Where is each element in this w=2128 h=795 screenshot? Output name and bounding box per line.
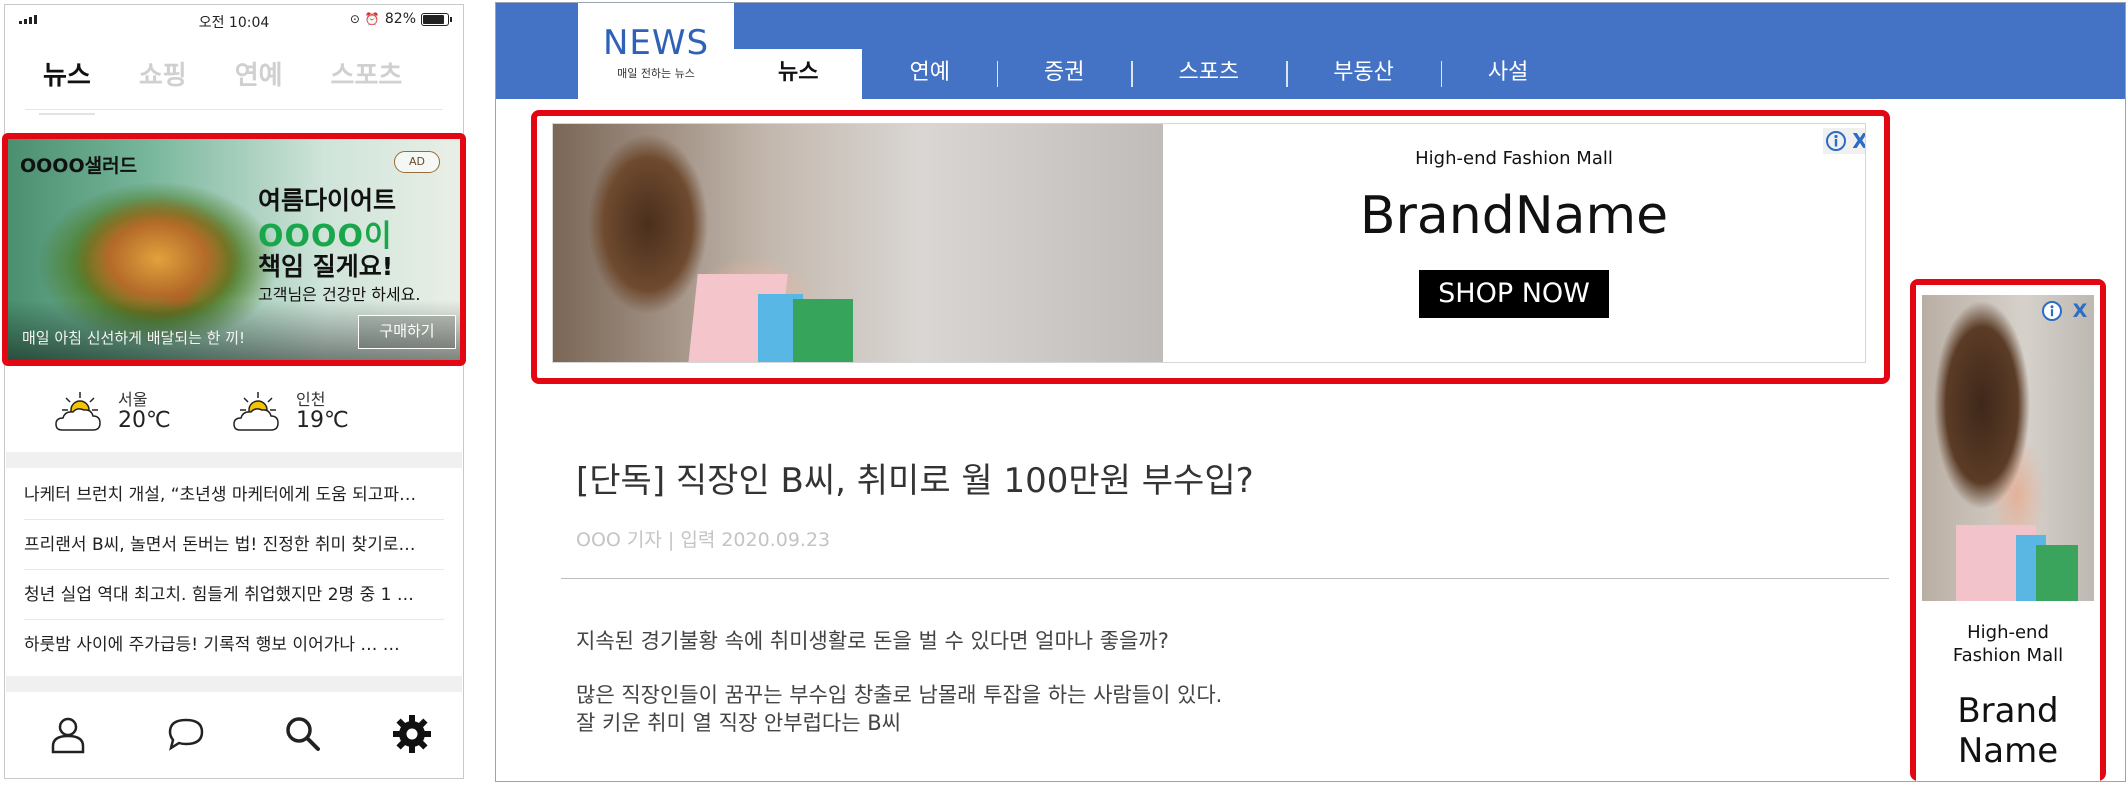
news-list: 나케터 브런치 개설, “초년생 마케터에게 도움 되고파… 프리랜서 B씨, …: [24, 470, 444, 670]
banner-mall-text: High-end Fashion Mall: [1415, 148, 1613, 169]
weather-city: 서울: [118, 390, 148, 409]
weather-temp: 19℃: [296, 408, 349, 433]
tab-shopping[interactable]: 쇼핑: [139, 55, 187, 105]
user-icon[interactable]: [48, 714, 88, 754]
status-bar: 오전 10:04 ⊙ ⏰ 82%: [5, 5, 463, 35]
article-paragraph: 많은 직장인들이 꿈꾸는 부수입 창출로 남몰래 투잡을 하는 사람들이 있다.: [576, 683, 1223, 707]
weather-city: 인천: [296, 390, 326, 409]
rotation-lock-icon: ⊙: [349, 12, 360, 26]
nav-realestate[interactable]: 부동산: [1286, 49, 1441, 99]
site-logo[interactable]: NEWS 매일 전하는 뉴스: [578, 3, 734, 99]
tab-sports[interactable]: 스포츠: [331, 55, 403, 105]
side-ad-brand-name: Brand Name: [1957, 691, 2059, 771]
mobile-native-ad[interactable]: OOOO샐러드 AD 여름다이어트 OOOO이 책임 질게요! 고객님은 건강만…: [2, 133, 466, 366]
section-divider: [6, 452, 462, 468]
battery-icon: [421, 12, 452, 26]
weather-temp: 20℃: [118, 408, 171, 433]
article-headline: [단독] 직장인 B씨, 취미로 월 100만원 부수입?: [576, 461, 1254, 501]
alarm-icon: ⏰: [364, 12, 380, 26]
shopping-bag-graphic: [2036, 545, 2078, 601]
banner-ad[interactable]: High-end Fashion Mall BrandName SHOP NOW…: [552, 123, 1866, 363]
nav-entertainment[interactable]: 연예: [862, 49, 996, 99]
info-icon[interactable]: [1823, 128, 1849, 154]
shop-now-button[interactable]: SHOP NOW: [1419, 270, 1609, 318]
header-bar: NEWS 매일 전하는 뉴스 뉴스 연예 증권 스포츠 부동산 사설: [496, 3, 2125, 99]
sun-cloud-icon: [233, 392, 279, 431]
logo-subtitle: 매일 전하는 뉴스: [617, 67, 695, 80]
list-item[interactable]: 나케터 브런치 개설, “초년생 마케터에게 도움 되고파…: [24, 470, 444, 520]
nav-news[interactable]: 뉴스: [734, 49, 863, 99]
close-icon[interactable]: X: [1849, 128, 1865, 154]
category-tabs: 뉴스 쇼핑 연예 스포츠: [5, 55, 463, 115]
list-item[interactable]: 프리랜서 B씨, 놀면서 돈버는 법! 진정한 취미 찾기로…: [24, 520, 444, 570]
bottom-nav: [6, 692, 462, 775]
list-item[interactable]: 하룻밤 사이에 주가급등! 기록적 행보 이어가나 … …: [24, 620, 444, 670]
desktop-news-page: NEWS 매일 전하는 뉴스 뉴스 연예 증권 스포츠 부동산 사설 High-…: [495, 2, 2126, 782]
search-icon[interactable]: [282, 714, 322, 754]
logo-title: NEWS: [602, 23, 710, 63]
gear-icon[interactable]: [392, 714, 432, 754]
banner-photo: [553, 124, 1163, 362]
article-paragraph: 지속된 경기불황 속에 취미생활로 돈을 벌 수 있다면 얼마나 좋을까?: [576, 629, 1169, 653]
article-divider: [561, 578, 1889, 579]
list-item[interactable]: 청년 실업 역대 최고치. 힘들게 취업했지만 2명 중 1 …: [24, 570, 444, 620]
battery-percent: 82%: [384, 11, 416, 27]
section-divider: [6, 676, 462, 692]
ad-badge: AD: [394, 151, 440, 173]
nav-stocks[interactable]: 증권: [996, 49, 1131, 99]
nav-editorial[interactable]: 사설: [1440, 49, 1575, 99]
sun-cloud-icon: [55, 392, 101, 431]
side-banner-ad[interactable]: X High-end Fashion Mall Brand Name: [1916, 285, 2100, 781]
side-ad-mall-text: High-end Fashion Mall: [1952, 622, 2064, 666]
main-nav: 뉴스 연예 증권 스포츠 부동산 사설: [734, 49, 1575, 99]
close-icon[interactable]: X: [2070, 299, 2090, 323]
weather-seoul: 서울 20℃: [54, 386, 214, 446]
ad-headline-3: 책임 질게요!: [258, 252, 394, 281]
ad-footer: 매일 아침 신선하게 배달되는 한 끼!: [22, 329, 246, 347]
weather-incheon: 인천 19℃: [232, 386, 392, 446]
chat-icon[interactable]: [166, 714, 206, 754]
article-byline: OOO 기자 | 입력 2020.09.23: [576, 529, 831, 551]
banner-brand-name: BrandName: [1359, 186, 1669, 246]
nav-sports[interactable]: 스포츠: [1131, 49, 1286, 99]
tab-divider: [25, 109, 443, 110]
buy-button[interactable]: 구매하기: [358, 315, 456, 349]
ad-subcopy: 고객님은 건강만 하세요.: [258, 285, 421, 304]
shopping-bag-graphic: [793, 299, 853, 362]
ad-brand: OOOO샐러드: [20, 155, 138, 177]
info-icon[interactable]: [2040, 299, 2064, 323]
article-paragraph: 잘 키운 취미 열 직장 안부럽다는 B씨: [576, 711, 901, 735]
tab-news[interactable]: 뉴스: [39, 55, 95, 115]
tab-entertainment[interactable]: 연예: [235, 55, 283, 105]
